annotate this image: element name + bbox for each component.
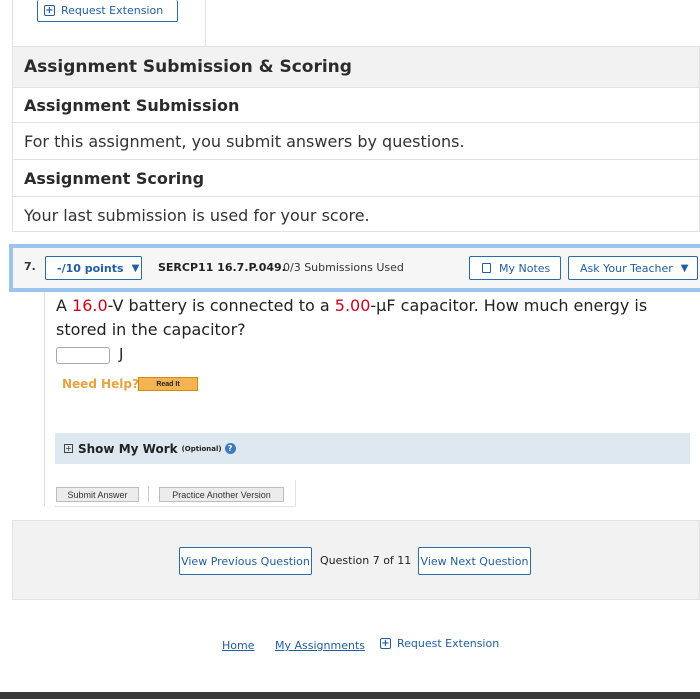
show-my-work-bar[interactable]: + Show My Work (Optional) ? [55,433,690,464]
plus-icon: + [380,637,391,649]
divider [148,486,149,502]
expand-icon: + [64,443,73,453]
chevron-down-icon: ▼ [680,262,689,274]
question-header: 7. -/10 points ▼ SERCP11 16.7.P.049. 0/3… [9,244,700,292]
submission-text: For this assignment, you submit answers … [24,131,465,151]
read-it-label: Read It [156,380,180,388]
footer-my-assignments-link[interactable]: My Assignments [275,639,365,652]
question-position: Question 7 of 11 [320,554,412,567]
scoring-subheader: Assignment Scoring [13,159,699,197]
read-it-button[interactable]: Read It [138,377,198,391]
question-number: 7. [24,260,36,273]
voltage-value: 16.0 [72,296,108,315]
ask-teacher-label: Ask Your Teacher [580,261,673,275]
help-icon[interactable]: ? [224,443,236,454]
view-previous-button[interactable]: View Previous Question [179,547,312,575]
capacitance-value: 5.00 [334,296,371,315]
scoring-text: Your last submission is used for your sc… [24,205,370,225]
points-dropdown[interactable]: -/10 points ▼ [45,256,142,280]
view-next-button[interactable]: View Next Question [418,547,531,575]
my-notes-label: My Notes [499,261,551,275]
need-help-label: Need Help? [62,377,139,391]
plus-icon: + [44,4,55,16]
chevron-down-icon: ▼ [131,262,140,274]
answer-unit: J [119,345,124,363]
optional-label: (Optional) [181,444,222,453]
my-notes-button[interactable]: My Notes [469,256,561,280]
request-extension-button[interactable]: + Request Extension [37,0,178,22]
section-title: Assignment Submission & Scoring [24,57,352,77]
submission-subheader: Assignment Submission [13,88,699,123]
practice-another-button[interactable]: Practice Another Version [159,487,284,502]
bottom-edge [0,692,700,699]
footer-request-extension-label: Request Extension [397,637,500,650]
submission-scoring-section: Assignment Submission & Scoring Assignme… [12,46,700,232]
notes-icon [482,263,491,273]
scoring-heading: Assignment Scoring [24,168,205,188]
section-header: Assignment Submission & Scoring [13,47,699,88]
submit-answer-button[interactable]: Submit Answer [56,487,139,502]
view-next-label: View Next Question [420,554,529,568]
question-code: SERCP11 16.7.P.049. [158,261,286,274]
submission-heading: Assignment Submission [24,95,240,115]
question-text: A 16.0-V battery is connected to a 5.00-… [56,296,648,339]
submission-body: For this assignment, you submit answers … [13,123,699,159]
request-extension-label: Request Extension [61,4,164,17]
answer-input[interactable] [56,347,110,364]
ask-teacher-dropdown[interactable]: Ask Your Teacher ▼ [568,256,698,280]
footer-request-extension[interactable]: + Request Extension [380,637,499,650]
view-previous-label: View Previous Question [181,554,310,568]
submit-answer-label: Submit Answer [67,489,128,500]
scoring-body: Your last submission is used for your sc… [13,197,699,233]
points-label: -/10 points [57,261,124,275]
show-my-work-label: Show My Work [78,441,178,456]
submissions-used: 0/3 Submissions Used [283,261,404,274]
practice-another-label: Practice Another Version [172,489,271,500]
footer-home-link[interactable]: Home [222,639,254,652]
